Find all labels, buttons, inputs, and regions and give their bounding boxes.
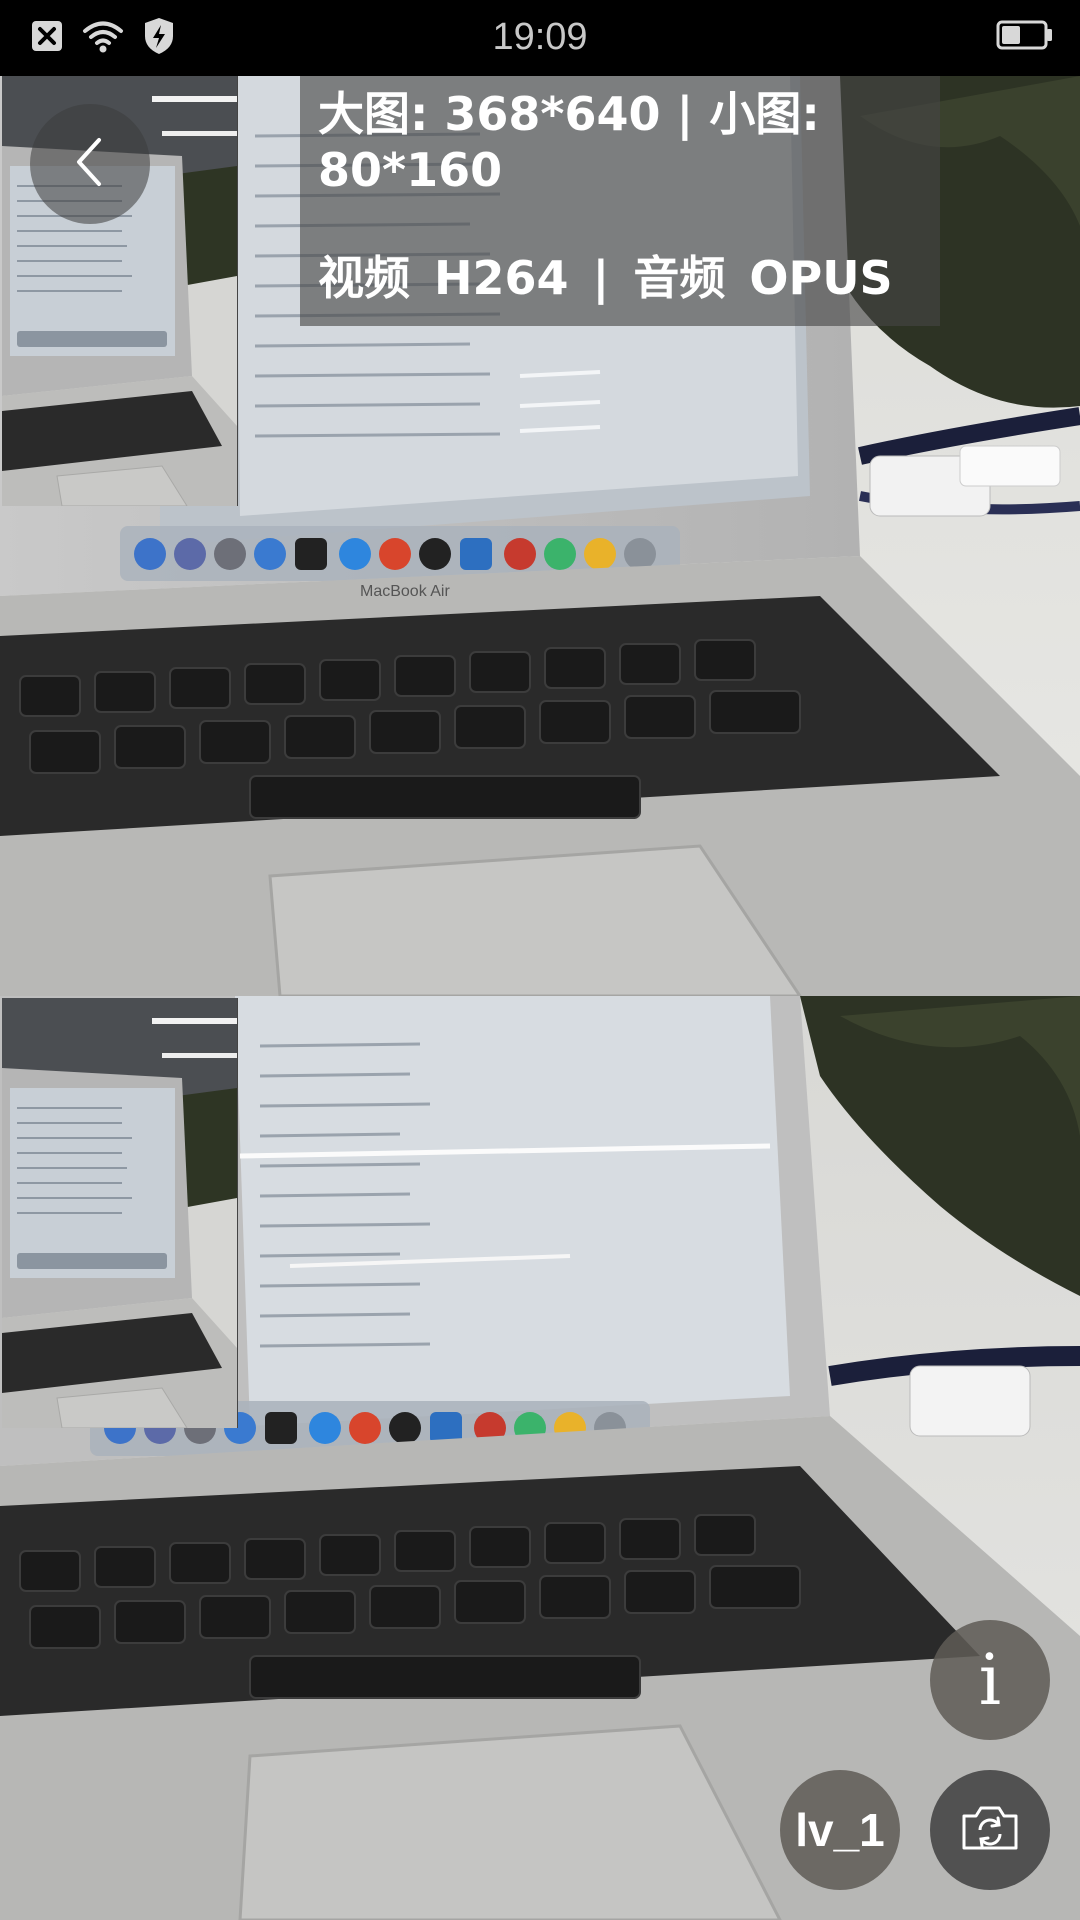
camera-switch-icon [958, 1802, 1022, 1859]
stream-info-overlay: 大图: 368*640 | 小图: 80*160 视频 H264 | 音频 OP… [300, 76, 940, 326]
quality-level-button[interactable]: lv_1 [780, 1770, 900, 1890]
back-button[interactable] [30, 104, 150, 224]
remote-preview-thumbnail[interactable] [2, 998, 238, 1428]
local-video-view[interactable] [0, 996, 1080, 1920]
quality-level-label: lv_1 [795, 1804, 885, 1856]
status-time: 19:09 [492, 16, 588, 58]
info-button[interactable]: i [930, 1620, 1050, 1740]
codec-info: 视频 H264 | 音频 OPUS [318, 251, 893, 305]
laptop-model-label: MacBook Air [360, 583, 450, 600]
status-bar: 19:09 [0, 0, 1080, 76]
switch-camera-button[interactable] [930, 1770, 1050, 1890]
video-call-screen: 19:09 MacBook Air 大图: 368*640 | 小图: 80*1… [0, 0, 1080, 1920]
thumbnail-scene-image-bottom [2, 998, 237, 1428]
resolution-info: 大图: 368*640 | 小图: 80*160 [318, 87, 820, 197]
chevron-left-icon [65, 132, 115, 197]
info-icon: i [978, 1639, 1002, 1721]
battery-icon [996, 18, 1054, 57]
